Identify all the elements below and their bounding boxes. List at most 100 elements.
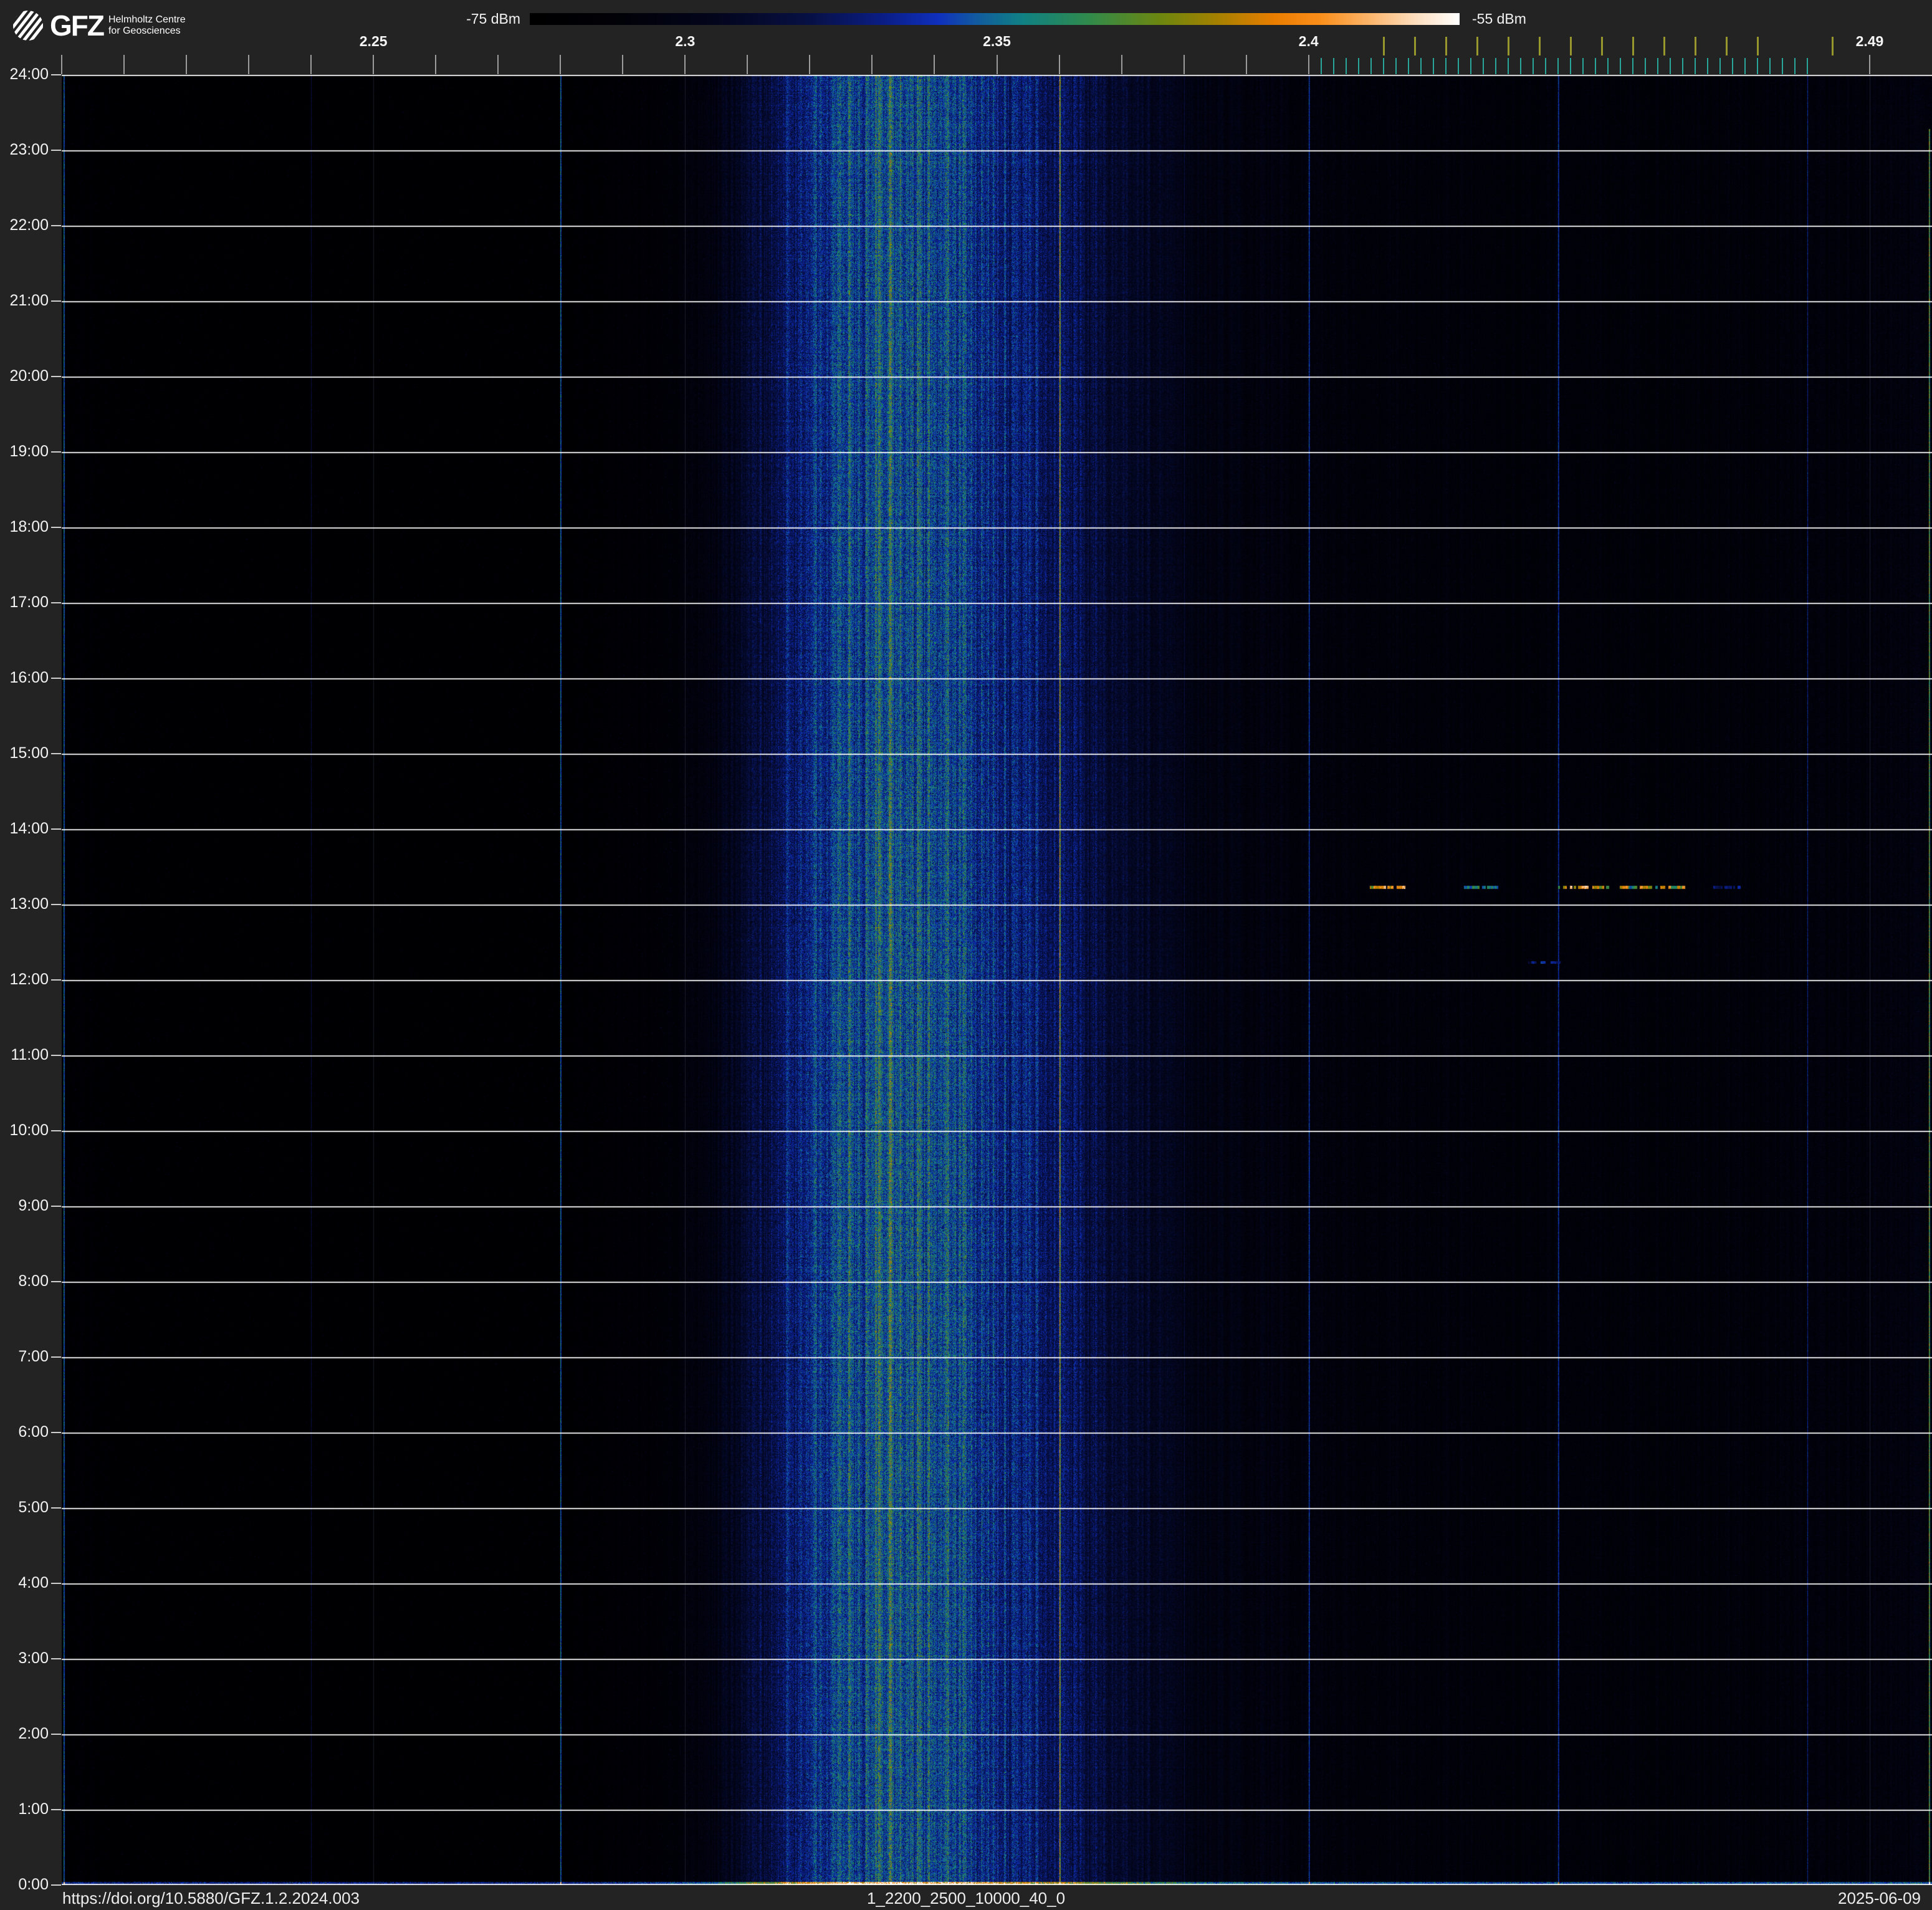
bluetooth-channel-tick (1395, 58, 1397, 74)
time-tick-dash (51, 1055, 61, 1056)
freq-major-tick (248, 55, 250, 74)
time-tick-label: 4:00 (18, 1574, 49, 1591)
freq-tick-label: 2.4 (1298, 33, 1319, 49)
wifi-channel-tick (1831, 37, 1834, 55)
bluetooth-channel-tick (1781, 58, 1783, 74)
bluetooth-channel-tick (1457, 58, 1459, 74)
time-tick-label: 12:00 (9, 971, 49, 988)
bluetooth-channel-tick (1432, 58, 1434, 74)
wifi-channel-tick (1538, 37, 1541, 55)
spectrogram-page: GFZ Helmholtz Centre for Geosciences -75… (0, 0, 1932, 1910)
time-tick-label: 10:00 (9, 1121, 49, 1139)
time-tick-label: 9:00 (18, 1197, 49, 1214)
time-tick-label: 7:00 (18, 1348, 49, 1365)
freq-major-tick (560, 55, 562, 74)
wifi-channel-tick (1663, 37, 1665, 55)
bluetooth-channel-tick (1731, 58, 1733, 74)
time-tick-dash (51, 1206, 61, 1207)
bluetooth-channel-tick (1769, 58, 1771, 74)
time-tick-label: 14:00 (9, 820, 49, 837)
time-tick-dash (51, 376, 61, 377)
bluetooth-channel-tick (1744, 58, 1746, 74)
bluetooth-channel-tick (1794, 58, 1796, 74)
bluetooth-channel-tick (1657, 58, 1658, 74)
wifi-channel-tick (1413, 37, 1416, 55)
time-tick-label: 24:00 (9, 65, 49, 83)
time-tick-label: 20:00 (9, 367, 49, 385)
wifi-channel-tick (1382, 37, 1385, 55)
wifi-channel-tick (1632, 37, 1634, 55)
freq-major-tick (61, 55, 62, 74)
time-tick-label: 18:00 (9, 518, 49, 535)
spectrogram-canvas (62, 75, 1932, 1885)
time-tick-label: 6:00 (18, 1423, 49, 1441)
wifi-channel-tick (1476, 37, 1478, 55)
wifi-channel-tick (1445, 37, 1447, 55)
bluetooth-channel-tick (1507, 58, 1509, 74)
bluetooth-channel-tick (1569, 58, 1571, 74)
freq-tick-label: 2.35 (983, 33, 1011, 49)
bluetooth-channel-tick (1382, 58, 1384, 74)
time-tick-dash (51, 828, 61, 830)
time-tick-label: 3:00 (18, 1649, 49, 1667)
freq-major-tick (1183, 55, 1185, 74)
freq-major-tick (123, 55, 125, 74)
freq-tick-label: 2.3 (675, 33, 696, 49)
freq-major-tick (1058, 55, 1060, 74)
time-tick-label: 21:00 (9, 292, 49, 309)
bluetooth-channel-tick (1494, 58, 1496, 74)
bluetooth-channel-tick (1557, 58, 1559, 74)
time-tick-dash (51, 1583, 61, 1584)
freq-major-tick (871, 55, 873, 74)
footer-dataset-id: 1_2200_2500_10000_40_0 (866, 1889, 1066, 1908)
time-tick-label: 5:00 (18, 1499, 49, 1516)
bluetooth-channel-tick (1332, 58, 1334, 74)
time-tick-dash (51, 150, 61, 151)
time-tick-dash (51, 1884, 61, 1886)
time-tick-dash (51, 74, 61, 75)
time-tick-label: 23:00 (9, 141, 49, 158)
bluetooth-channel-tick (1694, 58, 1696, 74)
bluetooth-channel-tick (1582, 58, 1584, 74)
time-tick-dash (51, 1130, 61, 1131)
freq-major-tick (497, 55, 499, 74)
time-tick-dash (51, 225, 61, 226)
freq-major-tick (310, 55, 312, 74)
time-tick-label: 16:00 (9, 669, 49, 686)
time-tick-dash (51, 300, 61, 302)
time-tick-dash (51, 1281, 61, 1282)
freq-major-tick (373, 55, 375, 74)
time-tick-label: 22:00 (9, 216, 49, 234)
bluetooth-channel-tick (1407, 58, 1409, 74)
bluetooth-channel-tick (1532, 58, 1534, 74)
freq-major-tick (1245, 55, 1247, 74)
bluetooth-channel-tick (1357, 58, 1359, 74)
time-tick-dash (51, 678, 61, 679)
time-tick-dash (51, 979, 61, 981)
bluetooth-channel-tick (1445, 58, 1447, 74)
bluetooth-channel-tick (1594, 58, 1596, 74)
bluetooth-channel-tick (1806, 58, 1808, 74)
bluetooth-channel-tick (1756, 58, 1758, 74)
wifi-channel-tick (1725, 37, 1728, 55)
time-tick-dash (51, 1658, 61, 1659)
bluetooth-channel-tick (1706, 58, 1708, 74)
freq-major-tick (186, 55, 188, 74)
freq-major-tick (1868, 55, 1870, 74)
freq-major-tick (1121, 55, 1122, 74)
bluetooth-channel-tick (1719, 58, 1721, 74)
freq-major-tick (684, 55, 686, 74)
bluetooth-channel-tick (1619, 58, 1621, 74)
bluetooth-channel-tick (1470, 58, 1471, 74)
bluetooth-channel-tick (1644, 58, 1646, 74)
bluetooth-channel-tick (1544, 58, 1546, 74)
wifi-channel-tick (1756, 37, 1759, 55)
wifi-channel-tick (1600, 37, 1603, 55)
time-tick-dash (51, 1809, 61, 1810)
bluetooth-channel-tick (1345, 58, 1347, 74)
time-tick-dash (51, 1356, 61, 1358)
time-tick-dash (51, 1432, 61, 1433)
time-tick-label: 11:00 (11, 1046, 49, 1063)
time-tick-label: 19:00 (9, 443, 49, 460)
footer-date: 2025-06-09 (1838, 1889, 1921, 1908)
